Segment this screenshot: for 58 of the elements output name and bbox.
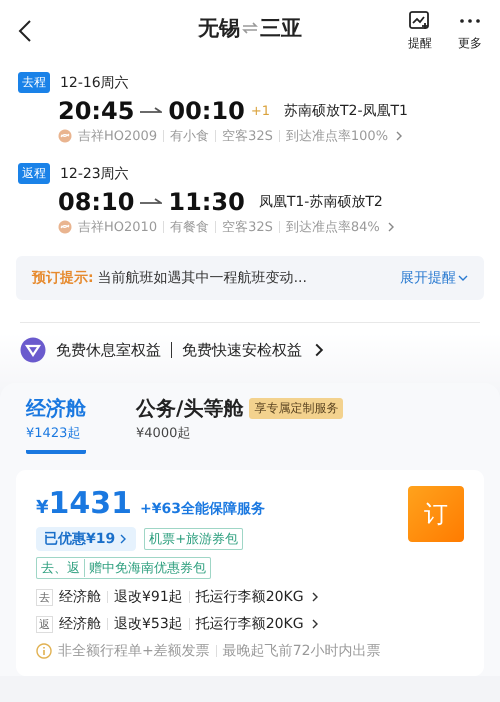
departure-time: 08:10 <box>58 188 134 216</box>
arrival-time: 11:30 <box>168 188 245 216</box>
notice-label: 预订提示: <box>32 269 94 287</box>
flight-detail: 到达准点率84% <box>286 219 380 236</box>
departure-time: 20:45 <box>58 97 134 125</box>
segment-tag: 去 <box>36 588 53 606</box>
ticket-note: 非全额行程单+差额发票 <box>58 642 210 660</box>
notice-text: 当前航班如遇其中一程航班变动... <box>98 269 307 287</box>
chevron-right-icon <box>310 619 320 629</box>
flight-date: 12-16周六 <box>60 74 129 92</box>
trip-tag: 返程 <box>18 163 50 184</box>
segment-detail: 退改¥91起 <box>114 588 183 606</box>
segment-detail: 经济舱 <box>59 615 101 633</box>
expand-link[interactable]: 展开提醒 <box>400 269 468 287</box>
airline-logo-icon <box>58 129 72 143</box>
back-icon[interactable] <box>18 19 32 43</box>
discount-button[interactable]: 已优惠¥19 <box>36 527 136 551</box>
more-icon <box>459 18 481 22</box>
airport-route: 凤凰T1-苏南硕放T2 <box>258 193 383 211</box>
segment-detail: 托运行李额20KG <box>196 615 304 633</box>
more-button[interactable]: 更多 <box>458 10 482 52</box>
departure-city: 无锡 <box>198 15 240 42</box>
chevron-right-icon <box>394 131 404 141</box>
segment-tag: 返 <box>36 616 53 632</box>
day-offset: +1 <box>250 104 270 118</box>
flight-detail: 空客32S <box>222 128 273 145</box>
airport-route: 苏南硕放T2-凤凰T1 <box>284 102 408 120</box>
segment-detail: 经济舱 <box>59 588 101 606</box>
flight-detail: 吉祥HO2010 <box>78 219 158 236</box>
package-tag: 机票+旅游券包 <box>144 528 244 550</box>
benefits-link[interactable]: 免费休息室权益 免费快速安检权益 <box>0 323 346 377</box>
gift-tag: 去、返 赠中免海南优惠券包 <box>36 557 211 579</box>
chevron-down-icon <box>458 273 468 283</box>
flight-detail: 到达准点率100% <box>286 128 388 145</box>
arrival-city: 三亚 <box>260 15 302 42</box>
alert-button[interactable]: 提醒 <box>408 10 432 52</box>
chevron-right-icon <box>310 592 320 602</box>
info-icon <box>36 643 52 659</box>
ticket-note: 最晚起飞前72小时内出票 <box>222 642 381 660</box>
chevron-right-icon <box>386 222 396 232</box>
cabin-badge: 享专属定制服务 <box>249 398 344 419</box>
flight-detail: 空客32S <box>222 219 273 236</box>
flight-date: 12-23周六 <box>60 164 129 182</box>
swap-icon <box>242 22 258 34</box>
addon-service: +¥63全能保障服务 <box>140 500 265 518</box>
trip-tag: 去程 <box>18 72 50 93</box>
cabin-tab[interactable]: 经济舱 ¥1423起 <box>26 395 86 454</box>
flight-detail: 有小食 <box>170 128 210 145</box>
flight-detail: 有餐食 <box>170 219 210 236</box>
flight-detail: 吉祥HO2009 <box>78 128 158 145</box>
cabin-tab[interactable]: 公务/头等舱 享专属定制服务 ¥4000起 <box>136 395 344 454</box>
segment-detail: 退改¥53起 <box>114 615 183 633</box>
chevron-right-icon <box>118 534 128 544</box>
segment-detail: 托运行李额20KG <box>196 588 304 606</box>
arrival-time: 00:10 <box>168 97 245 125</box>
fare-price: ¥1431 <box>36 486 132 521</box>
chart-plus-icon <box>409 10 431 30</box>
airline-logo-icon <box>58 220 72 234</box>
